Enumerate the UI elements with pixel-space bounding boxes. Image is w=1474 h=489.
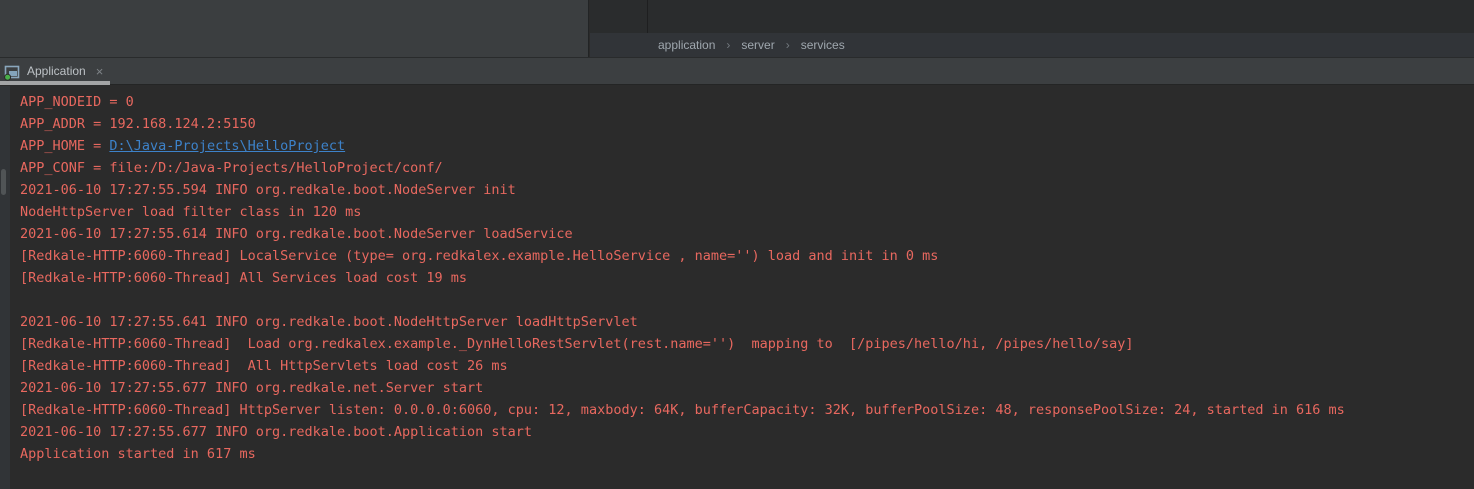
console-line: APP_HOME = D:\Java-Projects\HelloProject (20, 135, 1474, 157)
console-line: 2021-06-10 17:27:55.641 INFO org.redkale… (20, 311, 1474, 333)
editor-top-strip (590, 0, 1474, 33)
editor-split-divider (647, 0, 648, 33)
editor-right-panel: application › server › services (590, 0, 1474, 57)
console-line: 2021-06-10 17:27:55.614 INFO org.redkale… (20, 223, 1474, 245)
console-text: [Redkale-HTTP:6060-Thread] Load org.redk… (20, 336, 1134, 352)
console-text: 2021-06-10 17:27:55.594 INFO org.redkale… (20, 182, 516, 198)
console-text: APP_NODEID = 0 (20, 94, 134, 110)
console-line: 2021-06-10 17:27:55.594 INFO org.redkale… (20, 179, 1474, 201)
console-text: 2021-06-10 17:27:55.614 INFO org.redkale… (20, 226, 573, 242)
console-line: [Redkale-HTTP:6060-Thread] LocalService … (20, 245, 1474, 267)
console-line: Application started in 617 ms (20, 443, 1474, 465)
console-text: [Redkale-HTTP:6060-Thread] LocalService … (20, 248, 938, 264)
run-console-panel: APP_NODEID = 0 APP_ADDR = 192.168.124.2:5… (0, 86, 1474, 489)
console-line (20, 289, 1474, 311)
breadcrumb: application › server › services (590, 33, 1474, 57)
ide-window: application › server › services Applicat… (0, 0, 1474, 489)
tab-application-label: Application (27, 64, 86, 78)
console-line: [Redkale-HTTP:6060-Thread] All Services … (20, 267, 1474, 289)
console-line: APP_CONF = file:/D:/Java-Projects/HelloP… (20, 157, 1474, 179)
run-toolwindow-tabbar: Application × (0, 57, 1474, 85)
console-text: [Redkale-HTTP:6060-Thread] HttpServer li… (20, 402, 1345, 418)
console-text: NodeHttpServer load filter class in 120 … (20, 204, 361, 220)
console-text: 2021-06-10 17:27:55.677 INFO org.redkale… (20, 380, 483, 396)
horizontal-scrollbar-thumb[interactable] (0, 81, 110, 85)
console-gutter (0, 86, 10, 489)
console-text: 2021-06-10 17:27:55.677 INFO org.redkale… (20, 424, 532, 440)
console-line: APP_ADDR = 192.168.124.2:5150 (20, 113, 1474, 135)
console-line: [Redkale-HTTP:6060-Thread] Load org.redk… (20, 333, 1474, 355)
console-text: Application started in 617 ms (20, 446, 256, 462)
console-file-link[interactable]: D:\Java-Projects\HelloProject (109, 138, 345, 154)
console-line: NodeHttpServer load filter class in 120 … (20, 201, 1474, 223)
console-line: APP_NODEID = 0 (20, 91, 1474, 113)
tab-close-icon[interactable]: × (96, 65, 104, 78)
console-text: APP_CONF = file:/D:/Java-Projects/HelloP… (20, 160, 443, 176)
console-text: [Redkale-HTTP:6060-Thread] All Services … (20, 270, 467, 286)
chevron-right-icon: › (726, 38, 730, 52)
breadcrumb-item-server[interactable]: server (739, 38, 776, 52)
editor-left-panel (0, 0, 589, 57)
console-text: APP_ADDR = 192.168.124.2:5150 (20, 116, 256, 132)
console-line: 2021-06-10 17:27:55.677 INFO org.redkale… (20, 421, 1474, 443)
run-console-icon (4, 64, 21, 81)
console-log: APP_NODEID = 0 APP_ADDR = 192.168.124.2:5… (20, 91, 1474, 465)
console-line: [Redkale-HTTP:6060-Thread] All HttpServl… (20, 355, 1474, 377)
console-line: 2021-06-10 17:27:55.677 INFO org.redkale… (20, 377, 1474, 399)
vertical-scrollbar-thumb[interactable] (1, 169, 6, 195)
console-line: [Redkale-HTTP:6060-Thread] HttpServer li… (20, 399, 1474, 421)
console-text: 2021-06-10 17:27:55.641 INFO org.redkale… (20, 314, 638, 330)
console-text: APP_HOME = (20, 138, 109, 154)
breadcrumb-item-application[interactable]: application (656, 38, 717, 52)
console-text: [Redkale-HTTP:6060-Thread] All HttpServl… (20, 358, 508, 374)
chevron-right-icon: › (786, 38, 790, 52)
breadcrumb-item-services[interactable]: services (799, 38, 847, 52)
